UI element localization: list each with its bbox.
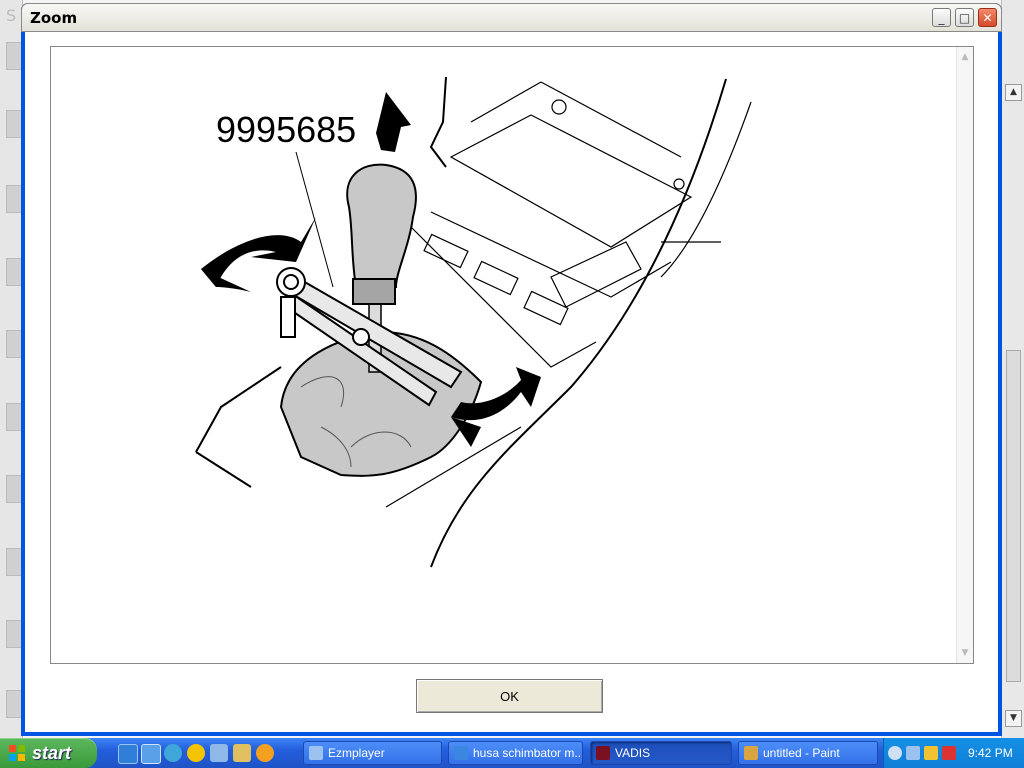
background-app-cell bbox=[6, 690, 22, 718]
taskbar: start Ezmplayer husa schimbator m... VAD… bbox=[0, 738, 1024, 768]
task-label: husa schimbator m... bbox=[473, 746, 583, 760]
window-client-area: 9995685 ▲ ▼ OK bbox=[25, 32, 998, 732]
background-app-cell bbox=[6, 185, 22, 213]
scroll-down-icon[interactable]: ▼ bbox=[959, 647, 971, 659]
minimize-button[interactable]: _ bbox=[932, 8, 951, 27]
pull-up-arrow-icon bbox=[376, 92, 411, 152]
background-app-cell bbox=[6, 330, 22, 358]
rotate-arrow-left-tail-icon bbox=[201, 269, 251, 292]
gear-shifter-diagram: 9995685 bbox=[195, 76, 752, 568]
maximize-icon: □ bbox=[958, 10, 971, 25]
vadis-icon bbox=[596, 746, 610, 760]
zoom-window: Zoom _ □ ✕ 9995685 ▲ ▼ OK bbox=[21, 3, 1002, 736]
background-app-text: S bbox=[6, 6, 17, 25]
knob-collar bbox=[352, 278, 396, 305]
gear-knob bbox=[346, 163, 417, 288]
clock: 9:42 PM bbox=[968, 746, 1013, 760]
background-app-cell bbox=[6, 620, 22, 648]
background-app-cell bbox=[6, 110, 22, 138]
ie-icon bbox=[454, 746, 468, 760]
minimize-icon: _ bbox=[938, 10, 945, 25]
start-button[interactable]: start bbox=[0, 738, 97, 768]
window-title: Zoom bbox=[30, 9, 78, 27]
background-app-scrollbar[interactable]: ▲ ▼ bbox=[1001, 0, 1024, 738]
system-tray: 9:42 PM bbox=[883, 738, 1024, 768]
background-app-cell bbox=[6, 42, 22, 70]
maximize-button[interactable]: □ bbox=[955, 8, 974, 27]
background-app-cell bbox=[6, 475, 22, 503]
background-app-left-panel: S bbox=[0, 0, 23, 738]
background-app-cell bbox=[6, 258, 22, 286]
ok-button[interactable]: OK bbox=[416, 679, 603, 713]
scroll-up-icon[interactable]: ▲ bbox=[959, 51, 971, 63]
close-button[interactable]: ✕ bbox=[978, 8, 997, 27]
antivirus-icon[interactable] bbox=[942, 746, 956, 760]
player-icon[interactable] bbox=[256, 744, 274, 762]
paint-icon bbox=[744, 746, 758, 760]
task-vadis[interactable]: VADIS bbox=[590, 741, 732, 765]
image-scrollbar[interactable]: ▲ ▼ bbox=[956, 47, 973, 663]
scroll-down-icon[interactable]: ▼ bbox=[1005, 710, 1022, 727]
media-icon[interactable] bbox=[210, 744, 228, 762]
network-icon[interactable] bbox=[906, 746, 920, 760]
messenger-icon[interactable] bbox=[164, 744, 182, 762]
smiley-icon[interactable] bbox=[187, 744, 205, 762]
task-browser[interactable]: husa schimbator m... bbox=[448, 741, 583, 765]
background-app-cell bbox=[6, 403, 22, 431]
scroll-up-icon[interactable]: ▲ bbox=[1005, 84, 1022, 101]
ie-icon[interactable] bbox=[118, 744, 138, 764]
part-number-label: 9995685 bbox=[216, 109, 356, 150]
close-icon: ✕ bbox=[982, 10, 993, 25]
tray-expand-icon[interactable] bbox=[888, 746, 902, 760]
background-app-cell bbox=[6, 548, 22, 576]
task-label: VADIS bbox=[615, 746, 651, 760]
ie-alt-icon[interactable] bbox=[141, 744, 161, 764]
console-outline bbox=[195, 76, 727, 568]
image-frame: 9995685 ▲ ▼ bbox=[50, 46, 974, 664]
scrollbar-thumb[interactable] bbox=[1006, 350, 1021, 682]
tool-icon[interactable] bbox=[233, 744, 251, 762]
start-label: start bbox=[32, 742, 72, 763]
task-label: untitled - Paint bbox=[763, 746, 840, 760]
task-ezmplayer[interactable]: Ezmplayer bbox=[303, 741, 442, 765]
windows-logo-icon bbox=[9, 745, 25, 761]
task-label: Ezmplayer bbox=[328, 746, 385, 760]
ezmplayer-icon bbox=[309, 746, 323, 760]
warning-icon[interactable] bbox=[924, 746, 938, 760]
task-paint[interactable]: untitled - Paint bbox=[738, 741, 878, 765]
title-bar[interactable]: Zoom _ □ ✕ bbox=[21, 3, 1002, 32]
